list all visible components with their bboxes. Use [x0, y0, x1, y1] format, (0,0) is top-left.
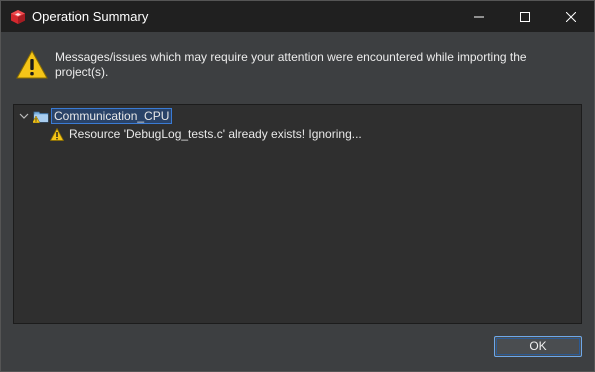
- project-folder-warning-icon: [31, 109, 49, 124]
- issue-text: Resource 'DebugLog_tests.c' already exis…: [69, 127, 362, 141]
- ok-button[interactable]: OK: [494, 336, 582, 357]
- warning-icon: [16, 49, 48, 80]
- red-cube-app-icon: [10, 9, 26, 25]
- minimize-button[interactable]: [456, 1, 502, 32]
- close-icon: [566, 11, 576, 22]
- window-title: Operation Summary: [32, 9, 149, 24]
- ok-button-label: OK: [529, 339, 547, 353]
- project-label: Communication_CPU: [51, 108, 173, 124]
- issues-tree[interactable]: Communication_CPU Resource 'DebugLog_tes…: [13, 104, 582, 324]
- minimize-icon: [474, 12, 484, 22]
- maximize-icon: [520, 11, 530, 22]
- close-button[interactable]: [548, 1, 594, 32]
- attention-message: Messages/issues which may require your a…: [55, 50, 527, 79]
- maximize-button[interactable]: [502, 1, 548, 32]
- tree-item-issue[interactable]: Resource 'DebugLog_tests.c' already exis…: [49, 125, 362, 143]
- warning-icon: [49, 127, 65, 141]
- chevron-down-icon[interactable]: [18, 110, 30, 122]
- title-bar[interactable]: Operation Summary: [1, 1, 594, 32]
- operation-summary-dialog: Operation Summary Messages/issues which …: [0, 0, 595, 372]
- tree-item-project[interactable]: Communication_CPU: [18, 107, 173, 125]
